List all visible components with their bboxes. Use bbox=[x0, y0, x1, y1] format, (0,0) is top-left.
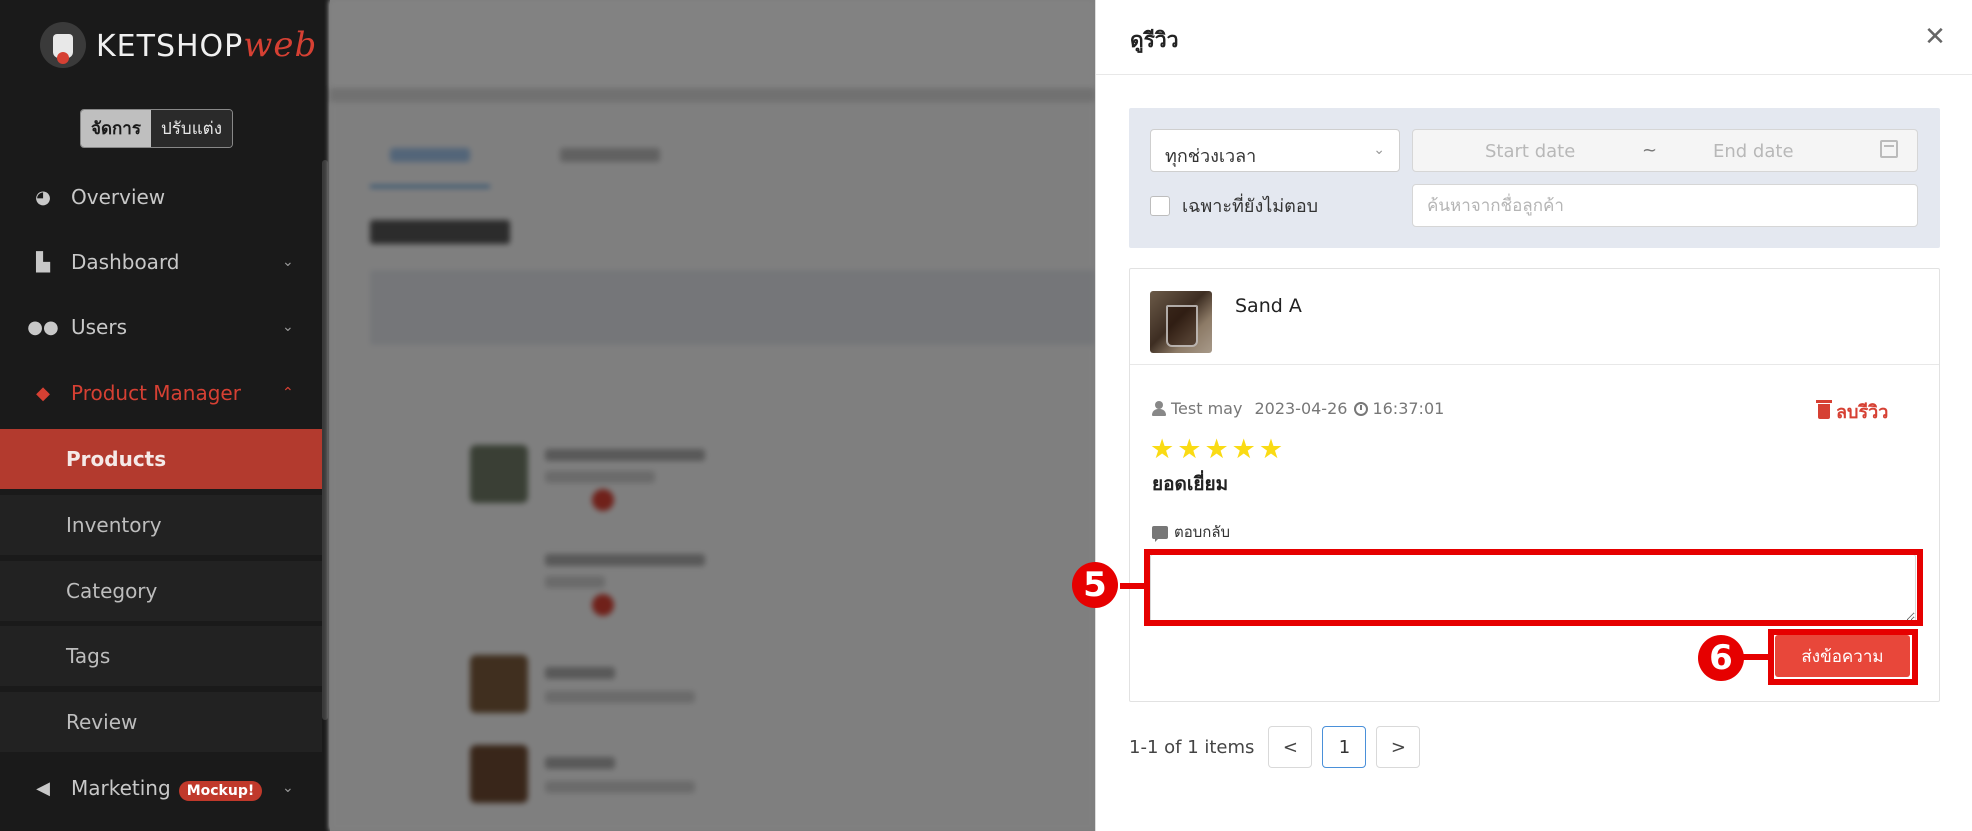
sidebar: KETSHOPweb จัดการ ปรับแต่ง ◕ Overview ▙ … bbox=[0, 0, 330, 831]
star-icon: ★ bbox=[1258, 434, 1284, 465]
review-time: 16:37:01 bbox=[1372, 399, 1445, 418]
sidebar-item-label: Inventory bbox=[66, 513, 162, 537]
review-product-header: Sand A bbox=[1130, 269, 1939, 365]
star-icon: ★ bbox=[1177, 434, 1202, 465]
delete-review-label: ลบรีวิว bbox=[1836, 402, 1889, 423]
annotation-connector bbox=[1120, 583, 1144, 589]
chevron-down-icon: ⌄ bbox=[1373, 142, 1385, 158]
mockup-badge: Mockup! bbox=[178, 780, 263, 801]
end-date-input[interactable]: End date bbox=[1713, 141, 1794, 162]
logo[interactable]: KETSHOPweb bbox=[40, 20, 317, 70]
sidebar-item-marketing[interactable]: ◀ Marketing Mockup! ⌄ bbox=[0, 758, 322, 818]
sidebar-subitem-category[interactable]: Category bbox=[0, 561, 322, 621]
page-1-button[interactable]: 1 bbox=[1322, 726, 1367, 768]
review-card: Sand A Test may 2023-04-26 16:37:01 ลบรี… bbox=[1072, 268, 1940, 702]
date-range-picker[interactable]: Start date ~ End date bbox=[1412, 129, 1918, 172]
sidebar-item-label: Users bbox=[71, 315, 128, 339]
sidebar-item-label: Marketing Mockup! bbox=[71, 776, 263, 801]
megaphone-icon: ◀ bbox=[36, 777, 50, 799]
sidebar-item-product-manager[interactable]: ◆ Product Manager ⌃ bbox=[0, 363, 322, 423]
close-icon[interactable]: ✕ bbox=[1922, 24, 1948, 50]
sidebar-subitem-review[interactable]: Review bbox=[0, 692, 322, 752]
user-icon bbox=[1152, 401, 1166, 416]
sidebar-subitem-inventory[interactable]: Inventory bbox=[0, 495, 322, 555]
annotation-step-6: 6 bbox=[1698, 635, 1744, 681]
reply-label: ตอบกลับ bbox=[1152, 520, 1230, 544]
review-drawer: ดูรีวิว ✕ ทุกช่วงเวลา ⌄ Start date ~ End… bbox=[1072, 0, 1972, 831]
mode-switch: จัดการ ปรับแต่ง bbox=[80, 109, 233, 148]
chevron-down-icon: ⌄ bbox=[282, 780, 294, 796]
modal-overlay[interactable] bbox=[330, 0, 1095, 831]
product-thumbnail bbox=[1150, 291, 1212, 353]
reviewer-name: Test may bbox=[1171, 399, 1243, 418]
start-date-input[interactable]: Start date bbox=[1485, 141, 1575, 162]
product-name: Sand A bbox=[1235, 295, 1302, 317]
range-separator: ~ bbox=[1642, 140, 1658, 161]
rating-stars: ★ ★ ★ ★ ★ bbox=[1150, 436, 1286, 464]
sidebar-item-label: Product Manager bbox=[71, 381, 241, 405]
logo-text: KETSHOPweb bbox=[96, 25, 318, 65]
review-text: ยอดเยี่ยม bbox=[1152, 473, 1229, 495]
filter-panel: ทุกช่วงเวลา ⌄ Start date ~ End date เฉพา… bbox=[1129, 108, 1940, 248]
unanswered-only-filter[interactable]: เฉพาะที่ยังไม่ตอบ bbox=[1150, 191, 1318, 220]
app-root: KETSHOPweb จัดการ ปรับแต่ง ◕ Overview ▙ … bbox=[0, 0, 1972, 831]
sidebar-subitem-tags[interactable]: Tags bbox=[0, 626, 322, 686]
annotation-highlight-reply bbox=[1144, 549, 1923, 626]
unanswered-only-label: เฉพาะที่ยังไม่ตอบ bbox=[1182, 196, 1319, 217]
period-select[interactable]: ทุกช่วงเวลา ⌄ bbox=[1150, 129, 1400, 172]
chevron-down-icon: ⌄ bbox=[282, 319, 294, 335]
sidebar-item-label: Products bbox=[66, 447, 167, 471]
sidebar-subitem-products[interactable]: Products bbox=[0, 429, 322, 489]
trash-icon bbox=[1816, 400, 1832, 419]
pagination: 1-1 of 1 items < 1 > bbox=[1129, 726, 1430, 768]
customer-search-input[interactable] bbox=[1412, 184, 1918, 227]
unanswered-only-checkbox[interactable] bbox=[1150, 195, 1170, 216]
sidebar-item-label: Dashboard bbox=[71, 250, 180, 274]
delete-review-button[interactable]: ลบรีวิว bbox=[1816, 397, 1889, 426]
comment-icon bbox=[1152, 525, 1168, 542]
chevron-down-icon: ⌄ bbox=[282, 254, 294, 270]
annotation-step-5: 5 bbox=[1072, 562, 1118, 608]
tags-icon: ◆ bbox=[36, 382, 50, 404]
clock-icon bbox=[1354, 401, 1369, 416]
pagination-info: 1-1 of 1 items bbox=[1129, 736, 1255, 758]
drawer-header: ดูรีวิว ✕ bbox=[1096, 0, 1972, 75]
annotation-connector bbox=[1742, 654, 1770, 660]
sidebar-item-dashboard[interactable]: ▙ Dashboard ⌄ bbox=[0, 232, 322, 292]
mode-customize-button[interactable]: ปรับแต่ง bbox=[150, 110, 232, 147]
star-icon: ★ bbox=[1231, 434, 1256, 465]
period-select-value: ทุกช่วงเวลา bbox=[1165, 146, 1257, 167]
sidebar-item-label: Overview bbox=[71, 185, 166, 209]
review-date: 2023-04-26 bbox=[1254, 399, 1348, 418]
sidebar-scrollbar[interactable] bbox=[322, 160, 328, 720]
sidebar-item-overview[interactable]: ◕ Overview bbox=[0, 167, 322, 227]
bar-chart-icon: ▙ bbox=[36, 251, 50, 273]
drawer-title: ดูรีวิว bbox=[1130, 28, 1179, 52]
reply-label-text: ตอบกลับ bbox=[1174, 523, 1231, 541]
next-page-button[interactable]: > bbox=[1376, 726, 1421, 768]
star-icon: ★ bbox=[1204, 434, 1229, 465]
pie-chart-icon: ◕ bbox=[35, 186, 51, 208]
prev-page-button[interactable]: < bbox=[1268, 726, 1313, 768]
sidebar-item-label: Category bbox=[66, 579, 158, 603]
sidebar-item-label: Tags bbox=[66, 644, 111, 668]
star-icon: ★ bbox=[1150, 434, 1175, 465]
chevron-up-icon: ⌃ bbox=[282, 385, 294, 401]
calendar-icon bbox=[1880, 140, 1898, 158]
sidebar-item-users[interactable]: ●● Users ⌄ bbox=[0, 297, 322, 357]
sidebar-item-label: Review bbox=[66, 710, 138, 734]
mode-manage-button[interactable]: จัดการ bbox=[81, 110, 151, 147]
users-icon: ●● bbox=[27, 316, 59, 338]
logo-icon bbox=[40, 22, 86, 68]
review-meta: Test may 2023-04-26 16:37:01 bbox=[1152, 399, 1444, 418]
annotation-highlight-send bbox=[1768, 629, 1918, 685]
